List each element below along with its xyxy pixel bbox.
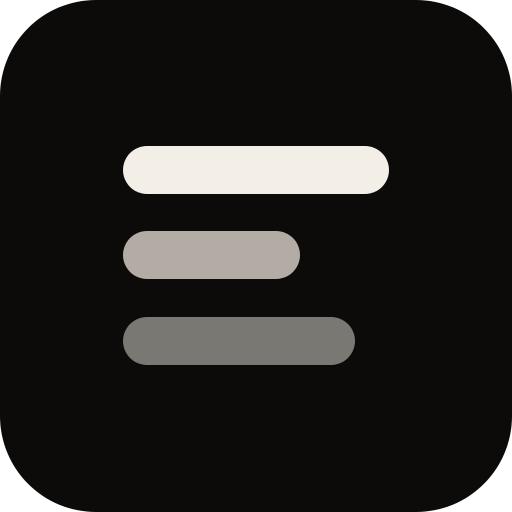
menu-line-middle-icon <box>123 231 300 279</box>
menu-line-bottom-icon <box>123 317 355 365</box>
app-icon[interactable] <box>0 0 512 512</box>
menu-line-top-icon <box>123 146 389 194</box>
